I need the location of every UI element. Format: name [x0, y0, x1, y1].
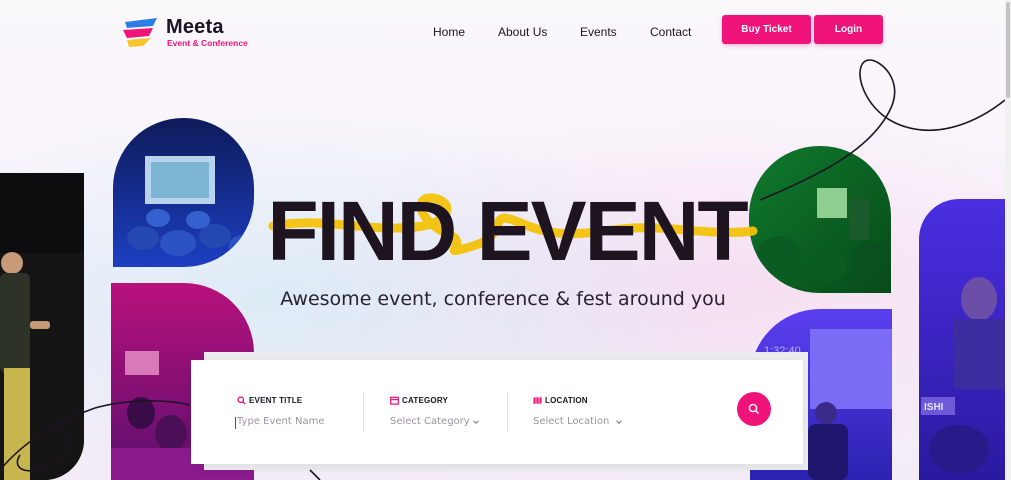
page-scrollbar-thumb[interactable] [1006, 2, 1010, 98]
decorative-swirl-line [0, 59, 1006, 480]
